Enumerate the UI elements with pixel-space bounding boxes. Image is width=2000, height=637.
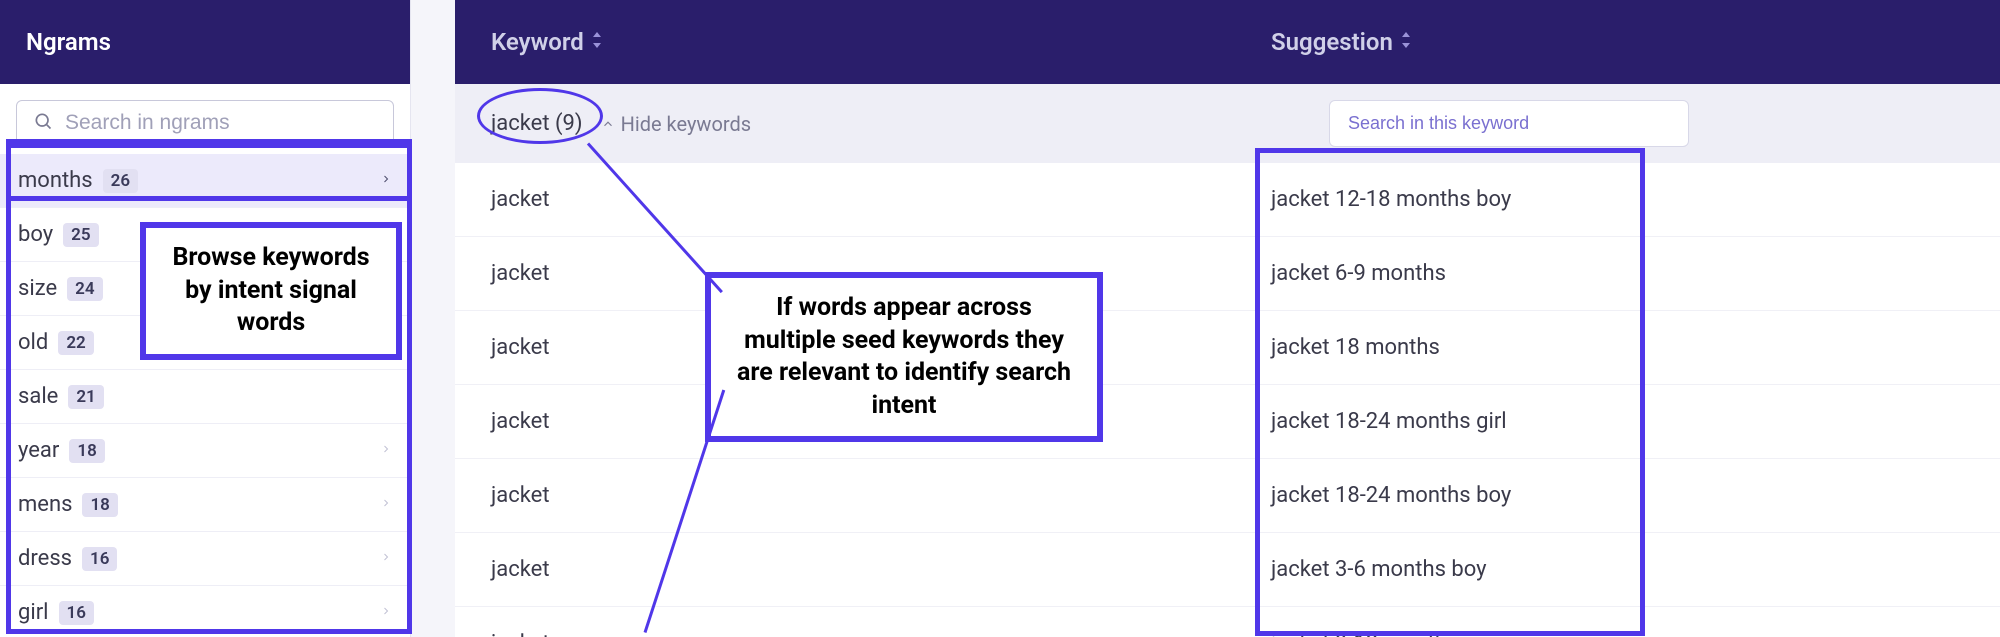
ngram-label: girl bbox=[18, 600, 49, 625]
keyword-cell: jacket bbox=[491, 335, 1271, 360]
ngram-count-badge: 21 bbox=[68, 385, 103, 409]
keyword-cell: jacket bbox=[491, 631, 1271, 637]
keyword-cell: jacket bbox=[491, 557, 1271, 582]
ngram-label: sale bbox=[18, 384, 58, 409]
ngram-count-badge: 16 bbox=[59, 601, 94, 625]
ngram-count-badge: 22 bbox=[58, 331, 93, 355]
column-header-suggestion[interactable]: Suggestion bbox=[1271, 28, 1964, 56]
ngram-item[interactable]: months 26 bbox=[0, 154, 410, 208]
suggestion-search-input[interactable] bbox=[1329, 100, 1689, 147]
suggestion-cell: jacket 9-12 months bbox=[1271, 631, 1964, 637]
ngram-list: months26boy25size24old22sale21year18mens… bbox=[0, 154, 410, 637]
ngram-label: boy bbox=[18, 222, 53, 247]
ngram-item[interactable]: dress 16 bbox=[0, 532, 410, 586]
ngram-count-badge: 24 bbox=[67, 277, 102, 301]
search-icon bbox=[33, 111, 53, 135]
table-header: Keyword Suggestion bbox=[455, 0, 2000, 84]
suggestion-cell: jacket 12-18 months boy bbox=[1271, 187, 1964, 212]
ngram-count-badge: 18 bbox=[69, 439, 104, 463]
ngram-count-badge: 26 bbox=[103, 169, 138, 193]
table-row[interactable]: jacketjacket 3-6 months boy bbox=[455, 533, 2000, 607]
column-header-keyword[interactable]: Keyword bbox=[491, 28, 1271, 56]
main-panel: Keyword Suggestion jacket (9) Hide keywo… bbox=[455, 0, 2000, 637]
table-row[interactable]: jacketjacket 6-9 months bbox=[455, 237, 2000, 311]
suggestion-cell: jacket 18 months bbox=[1271, 335, 1964, 360]
chevron-right-icon bbox=[380, 439, 392, 463]
sort-icon bbox=[590, 32, 604, 52]
table-row[interactable]: jacketjacket 18-24 months girl bbox=[455, 385, 2000, 459]
ngram-item[interactable]: old 22 bbox=[0, 316, 410, 370]
column-header-keyword-label: Keyword bbox=[491, 28, 584, 56]
ngram-item[interactable]: girl 16 bbox=[0, 586, 410, 637]
keyword-group-label: jacket (9) bbox=[491, 111, 583, 136]
suggestion-cell: jacket 18-24 months girl bbox=[1271, 409, 1964, 434]
ngrams-sidebar: Ngrams months 26 boy 25 size 24 old 22 sale 21 yea… bbox=[0, 0, 410, 637]
ngram-count-badge: 18 bbox=[82, 493, 117, 517]
ngram-label: old bbox=[18, 330, 48, 355]
table-row[interactable]: jacketjacket 12-18 months boy bbox=[455, 163, 2000, 237]
suggestion-cell: jacket 6-9 months bbox=[1271, 261, 1964, 286]
ngram-item[interactable]: size 24 bbox=[0, 262, 410, 316]
ngram-label: size bbox=[18, 276, 57, 301]
table-row[interactable]: jacketjacket 18 months bbox=[455, 311, 2000, 385]
keyword-cell: jacket bbox=[491, 187, 1271, 212]
hide-keywords-label: Hide keywords bbox=[621, 112, 752, 136]
chevron-right-icon bbox=[380, 169, 392, 193]
ngram-label: dress bbox=[18, 546, 72, 571]
search-ngrams-input[interactable] bbox=[65, 111, 377, 135]
suggestion-cell: jacket 3-6 months boy bbox=[1271, 557, 1964, 582]
ngram-label: months bbox=[18, 168, 93, 193]
ngram-item[interactable]: boy 25 bbox=[0, 208, 410, 262]
suggestion-cell: jacket 18-24 months boy bbox=[1271, 483, 1964, 508]
sort-icon bbox=[1399, 32, 1413, 52]
ngram-count-badge: 16 bbox=[82, 547, 117, 571]
keyword-cell: jacket bbox=[491, 483, 1271, 508]
search-ngrams-container[interactable] bbox=[16, 100, 394, 146]
table-row[interactable]: jacketjacket 9-12 months bbox=[455, 607, 2000, 637]
ngram-item[interactable]: year 18 bbox=[0, 424, 410, 478]
column-header-suggestion-label: Suggestion bbox=[1271, 28, 1393, 56]
ngram-item[interactable]: mens 18 bbox=[0, 478, 410, 532]
table-subheader: jacket (9) Hide keywords bbox=[455, 84, 2000, 163]
table-rows: jacketjacket 12-18 months boyjacketjacke… bbox=[455, 163, 2000, 637]
ngram-label: year bbox=[18, 438, 59, 463]
ngram-label: mens bbox=[18, 492, 72, 517]
keyword-cell: jacket bbox=[491, 261, 1271, 286]
sidebar-title: Ngrams bbox=[0, 0, 410, 84]
chevron-right-icon bbox=[380, 547, 392, 571]
hide-keywords-button[interactable]: Hide keywords bbox=[601, 112, 752, 136]
chevron-right-icon bbox=[380, 601, 392, 625]
ngram-count-badge: 25 bbox=[63, 223, 98, 247]
chevron-right-icon bbox=[380, 493, 392, 517]
keyword-cell: jacket bbox=[491, 409, 1271, 434]
suggestion-search-container bbox=[1329, 100, 1689, 147]
table-row[interactable]: jacketjacket 18-24 months boy bbox=[455, 459, 2000, 533]
chevron-up-icon bbox=[601, 112, 615, 136]
ngram-item[interactable]: sale 21 bbox=[0, 370, 410, 424]
